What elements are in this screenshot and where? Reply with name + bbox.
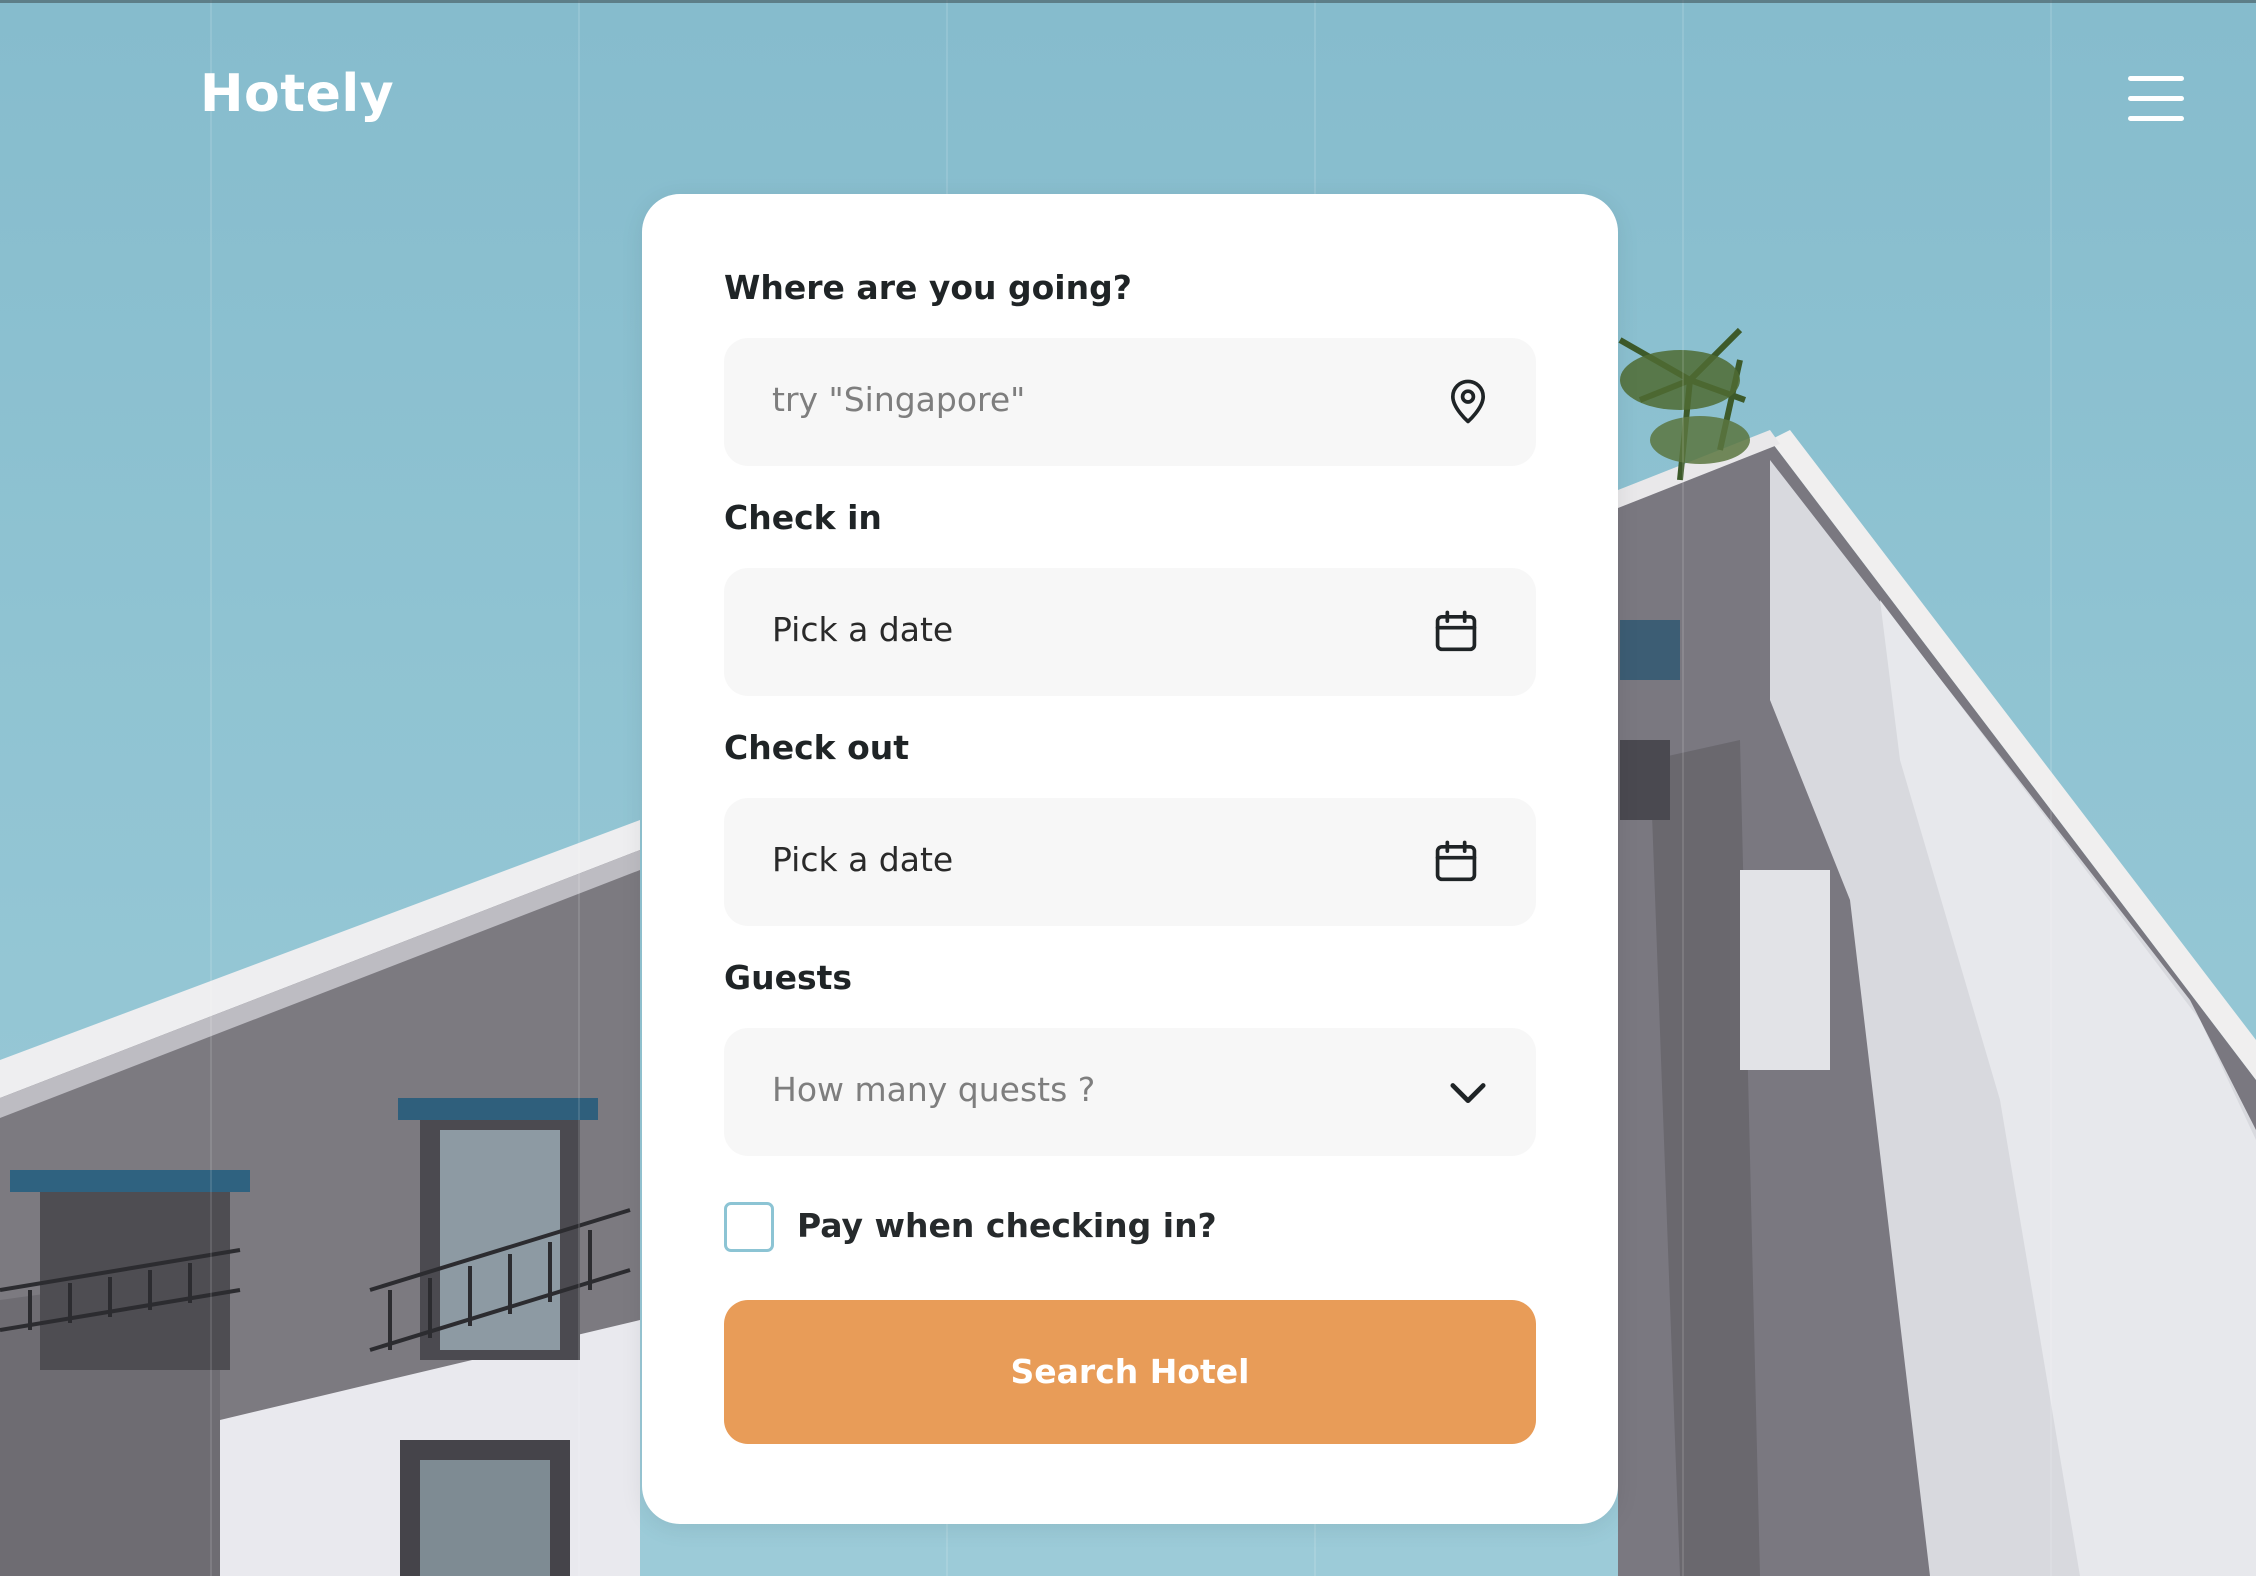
- map-pin-icon: [1450, 379, 1486, 424]
- check-in-label: Check in: [724, 498, 882, 537]
- check-out-label: Check out: [724, 728, 910, 767]
- check-in-value: Pick a date: [772, 610, 954, 649]
- destination-input[interactable]: try "Singapore": [724, 338, 1536, 466]
- chevron-down-icon: [1450, 1083, 1486, 1104]
- check-out-value: Pick a date: [772, 840, 954, 879]
- check-in-date-picker[interactable]: Pick a date: [724, 568, 1536, 696]
- hotel-search-card: Where are you going? try "Singapore" Che…: [642, 194, 1618, 1524]
- pay-on-checkin-label[interactable]: Pay when checking in?: [797, 1206, 1217, 1245]
- top-border: [0, 0, 2256, 3]
- calendar-icon: [1435, 610, 1477, 652]
- destination-label: Where are you going?: [724, 268, 1132, 307]
- calendar-icon: [1435, 840, 1477, 882]
- page-background: Hotely Where are you going? try "Singapo…: [0, 0, 2256, 1576]
- hamburger-menu-icon[interactable]: [2128, 76, 2186, 124]
- check-out-date-picker[interactable]: Pick a date: [724, 798, 1536, 926]
- guests-label: Guests: [724, 958, 853, 997]
- search-hotel-button[interactable]: Search Hotel: [724, 1300, 1536, 1444]
- brand-logo[interactable]: Hotely: [200, 64, 394, 124]
- guests-placeholder: How many quests ?: [772, 1070, 1096, 1109]
- pay-on-checkin-checkbox[interactable]: [724, 1202, 774, 1252]
- guests-select[interactable]: How many quests ?: [724, 1028, 1536, 1156]
- destination-placeholder: try "Singapore": [772, 380, 1026, 419]
